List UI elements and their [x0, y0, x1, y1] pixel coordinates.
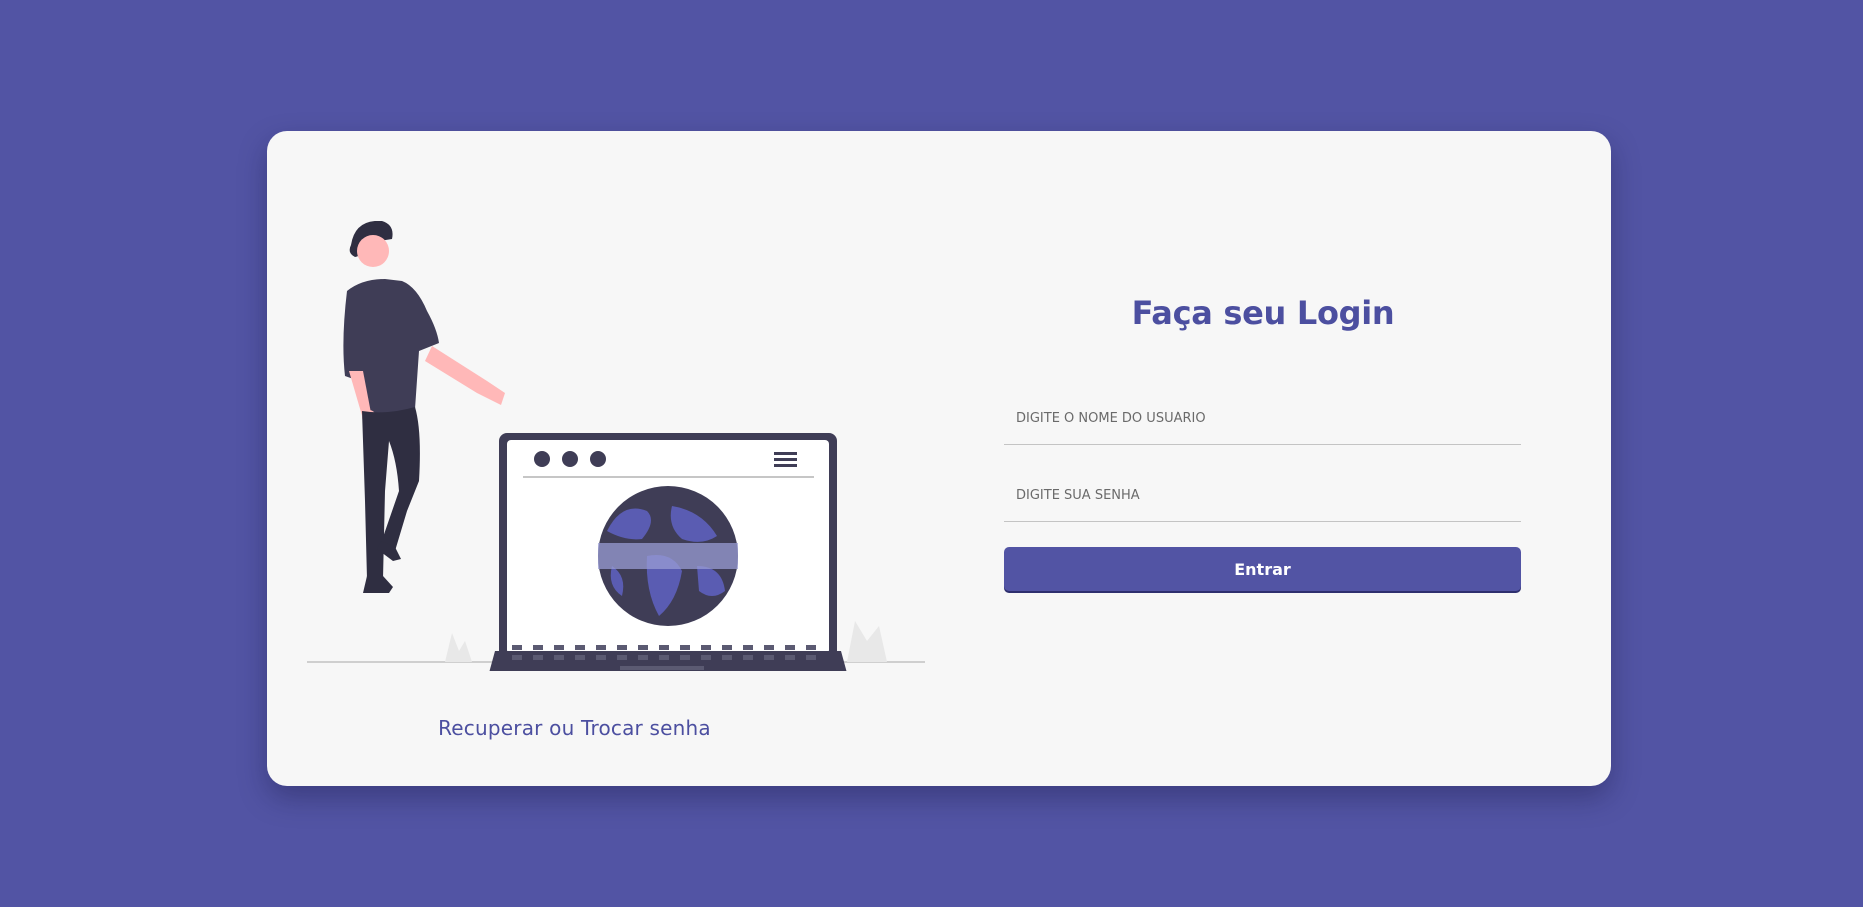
page-title: Faça seu Login [1131, 294, 1395, 332]
plant-left-icon [445, 633, 472, 662]
window-dot-icon [590, 451, 606, 467]
password-field[interactable] [1004, 470, 1521, 522]
person-laptop-illustration [307, 221, 925, 671]
window-dot-icon [534, 451, 550, 467]
person-figure [343, 221, 505, 593]
window-dot-icon [562, 451, 578, 467]
plant-right-icon [847, 621, 887, 662]
login-card: Recuperar ou Trocar senha Faça seu Login… [267, 131, 1611, 786]
login-submit-button[interactable]: Entrar [1004, 547, 1521, 591]
hamburger-icon [774, 452, 797, 455]
username-field[interactable] [1004, 393, 1521, 445]
recover-password-link[interactable]: Recuperar ou Trocar senha [267, 716, 882, 740]
